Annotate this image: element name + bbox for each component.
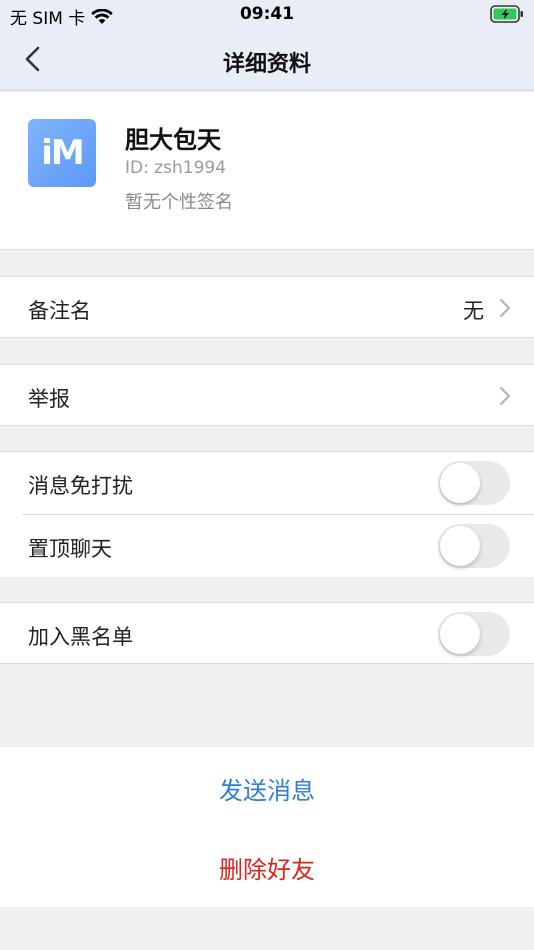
blacklist-row: 加入黑名单 — [0, 602, 534, 664]
page-title: 详细资料 — [222, 52, 311, 77]
chevron-right-icon — [500, 299, 510, 317]
profile-name: 胆大包天 — [125, 126, 221, 154]
toggle-knob — [440, 463, 480, 503]
pin-toggle[interactable] — [438, 524, 510, 568]
blacklist-toggle[interactable] — [438, 612, 510, 656]
toggle-knob — [440, 614, 480, 654]
report-row[interactable]: 举报 — [0, 364, 534, 426]
pin-label: 置顶聊天 — [28, 537, 112, 561]
status-bar: 无 SIM 卡 09:41 — [0, 0, 534, 29]
status-time: 09:41 — [239, 4, 295, 24]
action-panel: 发送消息 删除好友 — [0, 747, 534, 907]
toggle-knob — [440, 526, 480, 566]
navigation-bar: 详细资料 — [0, 28, 534, 91]
profile-card: iM 胆大包天 ID: zsh1994 暂无个性签名 — [0, 92, 534, 250]
blacklist-label: 加入黑名单 — [28, 625, 133, 649]
chevron-right-icon — [500, 387, 510, 405]
profile-id: ID: zsh1994 — [125, 158, 227, 178]
mute-toggle[interactable] — [438, 461, 510, 505]
profile-signature: 暂无个性签名 — [125, 192, 233, 213]
mute-row: 消息免打扰 — [0, 452, 534, 514]
chat-settings-group: 消息免打扰 置顶聊天 — [0, 451, 534, 577]
avatar[interactable]: iM — [28, 119, 96, 187]
remark-row[interactable]: 备注名 无 — [0, 276, 534, 338]
report-label: 举报 — [28, 387, 70, 411]
battery-charging-icon — [490, 5, 524, 28]
mute-label: 消息免打扰 — [28, 474, 133, 498]
remark-label: 备注名 — [28, 299, 91, 323]
avatar-logo-text: iM — [41, 133, 84, 173]
delete-friend-button[interactable]: 删除好友 — [0, 850, 534, 885]
remark-value: 无 — [463, 299, 484, 323]
pin-row: 置顶聊天 — [0, 515, 534, 577]
send-message-button[interactable]: 发送消息 — [0, 771, 534, 806]
